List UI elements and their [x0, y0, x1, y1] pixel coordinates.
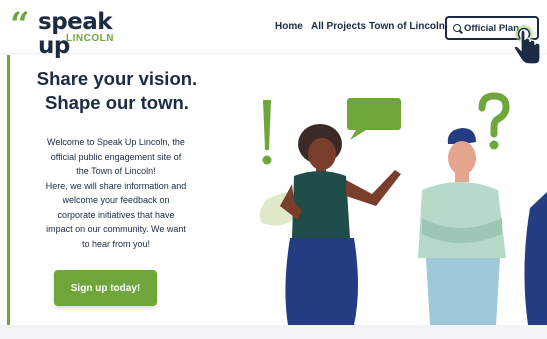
man-figure — [418, 128, 506, 325]
hero-intro-text: Welcome to Speak Up Lincoln, the officia… — [18, 135, 214, 251]
intro-line: Here, we will share information and — [45, 180, 187, 191]
partial-figure — [524, 192, 547, 325]
page-bottom-strip — [0, 325, 547, 339]
question-icon — [478, 92, 510, 150]
logo-town-name: LINCOLN — [66, 33, 114, 44]
intro-line: official public engagement site of — [50, 151, 182, 162]
hero-illustration — [259, 92, 547, 325]
intro-line: corporate initiatives that have — [57, 209, 175, 220]
intro-line: Welcome to Speak Up Lincoln, the — [47, 137, 185, 147]
hero-title: Share your vision. Shape our town. — [22, 67, 212, 115]
hand-pointer-cursor-icon — [513, 25, 541, 65]
speak-up-lincoln-logo[interactable]: “ speak up LINCOLN — [10, 5, 130, 58]
nav-home[interactable]: Home — [275, 21, 303, 32]
left-accent-bar — [7, 55, 10, 339]
intro-line: to hear from you! — [81, 238, 151, 249]
woman-figure — [259, 124, 401, 325]
intro-line: welcome your feedback on — [62, 195, 170, 205]
site-header: “ speak up LINCOLN Home All Projects Tow… — [0, 0, 547, 58]
nav-all-projects[interactable]: All Projects — [311, 21, 366, 32]
intro-line: the Town of Lincoln! — [76, 166, 156, 176]
sign-up-button[interactable]: Sign up today! — [54, 270, 157, 306]
hero-title-line: Shape our town. — [45, 92, 189, 113]
logo-quote-mark: “ — [10, 5, 29, 45]
nav-town-of-lincoln[interactable]: Town of Lincoln — [369, 21, 445, 32]
hero-title-line: Share your vision. — [36, 68, 198, 89]
search-icon — [453, 24, 461, 32]
speech-bubble-icon — [347, 98, 401, 140]
intro-line: impact on our community. We want — [46, 224, 186, 234]
exclamation-icon — [262, 100, 272, 165]
